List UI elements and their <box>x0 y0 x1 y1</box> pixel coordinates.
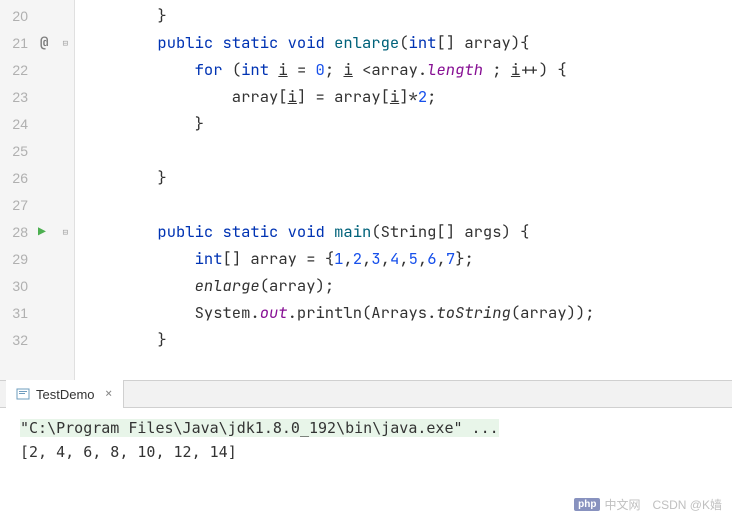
code-line: } <box>83 2 732 29</box>
console-output[interactable]: "C:\Program Files\Java\jdk1.8.0_192\bin\… <box>0 408 732 472</box>
line-number: 20 <box>4 8 28 24</box>
run-config-icon <box>16 387 30 401</box>
fold-icon[interactable]: ⊟ <box>63 226 68 238</box>
line-number: 25 <box>4 143 28 159</box>
console-cmd-line: "C:\Program Files\Java\jdk1.8.0_192\bin\… <box>20 416 712 440</box>
run-icon[interactable]: ▶ <box>38 223 46 240</box>
close-icon[interactable]: × <box>105 385 113 403</box>
code-line: } <box>83 110 732 137</box>
watermark: php 中文网 CSDN @K嫱 <box>574 496 722 513</box>
code-line <box>83 137 732 164</box>
code-line: for (int i = 0; i <array.length ; i++) { <box>83 56 732 83</box>
line-number: 28 <box>4 224 28 240</box>
code-line: public static void main(String[] args) { <box>83 218 732 245</box>
line-number: 32 <box>4 332 28 348</box>
code-line: enlarge(array); <box>83 272 732 299</box>
line-number: 29 <box>4 251 28 267</box>
editor-area: 20 21@⊟ 22 23 24 25 26 27 28▶⊟ 29 30 31 … <box>0 0 732 380</box>
line-number: 22 <box>4 62 28 78</box>
code-line: public static void enlarge(int[] array){ <box>83 29 732 56</box>
gutter: 20 21@⊟ 22 23 24 25 26 27 28▶⊟ 29 30 31 … <box>0 0 75 380</box>
code-line <box>83 191 732 218</box>
code-area[interactable]: } public static void enlarge(int[] array… <box>75 0 732 380</box>
line-number: 27 <box>4 197 28 213</box>
code-line: System.out.println(Arrays.toString(array… <box>83 299 732 326</box>
code-line: } <box>83 164 732 191</box>
line-number: 24 <box>4 116 28 132</box>
line-number: 30 <box>4 278 28 294</box>
php-badge: php <box>574 498 600 511</box>
override-annotation[interactable]: @ <box>40 34 48 52</box>
line-number: 31 <box>4 305 28 321</box>
code-line: array[i] = array[i]*2; <box>83 83 732 110</box>
console-tabs: TestDemo × <box>0 380 732 408</box>
line-number: 23 <box>4 89 28 105</box>
run-tab[interactable]: TestDemo × <box>6 380 124 408</box>
fold-icon[interactable]: ⊟ <box>63 37 68 49</box>
line-number: 21 <box>4 35 28 51</box>
tab-label: TestDemo <box>36 387 95 402</box>
console-result-line: [2, 4, 6, 8, 10, 12, 14] <box>20 440 712 464</box>
code-line: int[] array = {1,2,3,4,5,6,7}; <box>83 245 732 272</box>
line-number: 26 <box>4 170 28 186</box>
code-line: } <box>83 326 732 353</box>
